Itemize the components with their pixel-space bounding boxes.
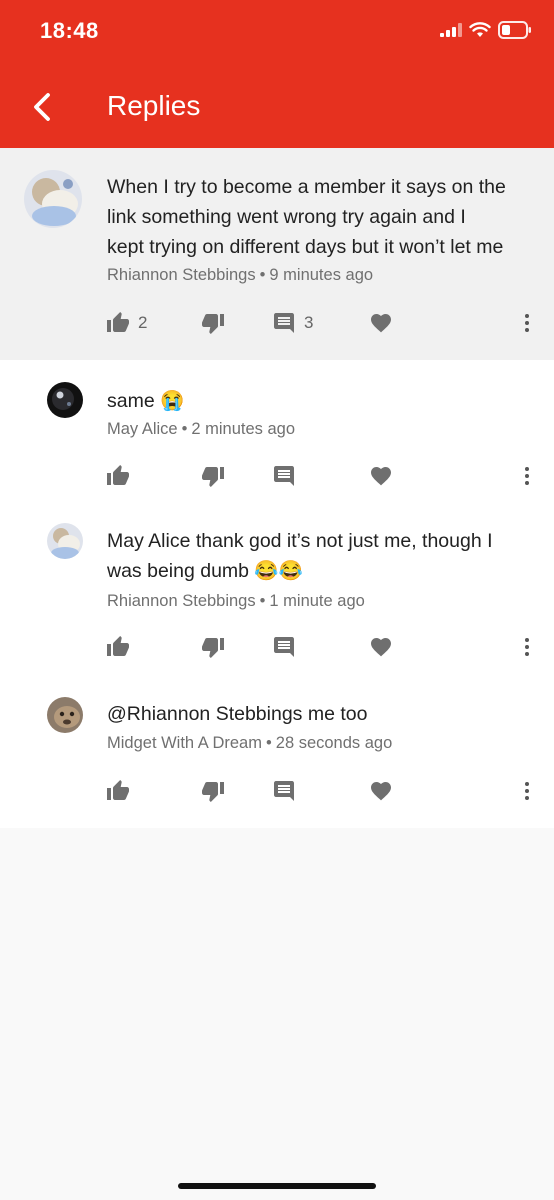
heart-button[interactable] <box>369 632 393 662</box>
more-vert-icon <box>515 635 539 659</box>
more-options-button[interactable] <box>515 776 539 806</box>
thumbs-down-icon <box>201 635 225 659</box>
signal-icon <box>440 22 462 42</box>
comment-icon <box>272 635 296 659</box>
reply-button[interactable]: 3 <box>272 308 313 338</box>
comment-time: 1 minute ago <box>269 592 365 610</box>
avatar[interactable] <box>47 523 83 559</box>
home-indicator[interactable] <box>178 1183 376 1189</box>
reply-item: May Alice thank god it’s not just me, th… <box>0 500 554 680</box>
heart-button[interactable] <box>369 308 393 338</box>
author-name[interactable]: Rhiannon Stebbings <box>107 592 256 610</box>
reply-button[interactable] <box>272 776 296 806</box>
comment-text: same 😭 <box>107 390 185 412</box>
thumbs-down-icon <box>201 311 225 335</box>
like-count: 2 <box>138 313 148 332</box>
dislike-button[interactable] <box>201 308 225 338</box>
heart-icon <box>369 779 393 803</box>
comment-actions <box>0 461 554 491</box>
parent-comment: When I try to become a member it says on… <box>0 148 554 360</box>
comment-time: 28 seconds ago <box>275 734 393 752</box>
heart-icon <box>369 464 393 488</box>
like-button[interactable] <box>106 461 130 491</box>
page-title: Replies <box>107 90 201 121</box>
more-options-button[interactable] <box>515 308 539 338</box>
avatar[interactable] <box>47 382 83 418</box>
dislike-button[interactable] <box>201 632 225 662</box>
wifi-icon <box>469 21 491 43</box>
thumbs-up-icon <box>106 311 130 335</box>
like-button[interactable] <box>106 776 130 806</box>
back-button[interactable] <box>26 90 60 124</box>
reply-button[interactable] <box>272 632 296 662</box>
reply-item: @Rhiannon Stebbings me too Midget With A… <box>0 680 554 828</box>
comment-text: When I try to become a member it says on… <box>107 176 506 258</box>
meta-separator: • <box>265 734 272 752</box>
thumbs-down-icon <box>201 464 225 488</box>
title-bar: Replies <box>0 78 554 138</box>
comment-meta: Midget With A Dream • 28 seconds ago <box>107 734 392 753</box>
comment-time: 9 minutes ago <box>269 266 374 284</box>
heart-button[interactable] <box>369 461 393 491</box>
comment-text: @Rhiannon Stebbings me too <box>107 703 368 725</box>
thumbs-down-icon <box>201 779 225 803</box>
dislike-button[interactable] <box>201 461 225 491</box>
comment-time: 2 minutes ago <box>191 420 296 438</box>
battery-icon <box>498 20 532 44</box>
comment-actions <box>0 776 554 806</box>
comment-meta: Rhiannon Stebbings • 9 minutes ago <box>107 266 373 285</box>
comment-text: May Alice thank god it’s not just me, th… <box>107 530 493 582</box>
like-button[interactable] <box>106 632 130 662</box>
comment-actions: 2 3 <box>0 308 554 338</box>
replies-list: same 😭 May Alice • 2 minutes ago May Alice… <box>0 360 554 828</box>
heart-button[interactable] <box>369 776 393 806</box>
more-vert-icon <box>515 464 539 488</box>
more-vert-icon <box>515 779 539 803</box>
author-name[interactable]: Midget With A Dream <box>107 734 262 752</box>
app-header: 18:48 Replies <box>0 0 554 148</box>
author-name[interactable]: May Alice <box>107 420 178 438</box>
meta-separator: • <box>259 266 266 284</box>
comment-meta: Rhiannon Stebbings • 1 minute ago <box>107 592 365 611</box>
thumbs-up-icon <box>106 464 130 488</box>
reply-count: 3 <box>304 313 314 332</box>
comment-icon <box>272 464 296 488</box>
heart-icon <box>369 311 393 335</box>
comment-icon <box>272 779 296 803</box>
reply-item: same 😭 May Alice • 2 minutes ago <box>0 360 554 500</box>
comment-meta: May Alice • 2 minutes ago <box>107 420 295 439</box>
comment-actions <box>0 632 554 662</box>
reply-button[interactable] <box>272 461 296 491</box>
more-options-button[interactable] <box>515 632 539 662</box>
comment-icon <box>272 311 296 335</box>
thumbs-up-icon <box>106 779 130 803</box>
heart-icon <box>369 635 393 659</box>
back-arrow-icon <box>34 93 50 121</box>
status-icons <box>440 20 532 44</box>
avatar[interactable] <box>24 170 82 228</box>
more-options-button[interactable] <box>515 461 539 491</box>
meta-separator: • <box>181 420 188 438</box>
avatar[interactable] <box>47 697 83 733</box>
meta-separator: • <box>259 592 266 610</box>
dislike-button[interactable] <box>201 776 225 806</box>
more-vert-icon <box>515 311 539 335</box>
author-name[interactable]: Rhiannon Stebbings <box>107 266 256 284</box>
thumbs-up-icon <box>106 635 130 659</box>
status-time: 18:48 <box>40 18 99 43</box>
like-button[interactable]: 2 <box>106 308 147 338</box>
